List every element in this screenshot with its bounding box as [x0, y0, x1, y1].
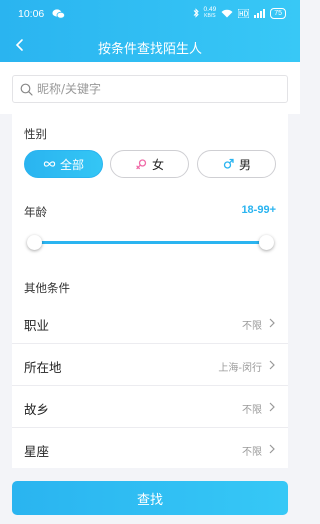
gender-label: 性别 — [24, 127, 47, 141]
infinity-icon — [43, 161, 56, 167]
row-location[interactable]: 所在地 上海-闵行 — [12, 344, 288, 386]
status-bar: 10:06 0.49 KB/S 75 — [0, 0, 300, 28]
chevron-right-icon — [269, 360, 275, 370]
gender-all-button[interactable]: 全部 — [24, 150, 103, 178]
slider-track — [34, 241, 266, 244]
speed-unit: KB/S — [204, 13, 216, 19]
wifi-icon — [221, 9, 233, 17]
page-title: 按条件查找陌生人 — [97, 42, 202, 57]
row-value: 上海-闵行 — [218, 363, 262, 374]
wechat-icon — [52, 9, 65, 19]
chevron-right-icon — [269, 402, 275, 412]
gender-male-label: 男 — [238, 157, 251, 172]
age-value: 18-99+ — [241, 204, 276, 216]
age-label: 年龄 — [24, 205, 47, 219]
chevron-right-icon — [269, 318, 275, 328]
hd-signal-icon — [238, 8, 250, 18]
row-label: 星座 — [24, 444, 50, 459]
row-hometown[interactable]: 故乡 不限 — [12, 386, 288, 428]
bluetooth-icon — [193, 8, 199, 18]
gender-female-button[interactable]: 女 — [110, 150, 189, 178]
battery-icon: 75 — [270, 7, 286, 19]
row-value: 不限 — [242, 405, 262, 416]
status-time: 10:06 — [18, 8, 45, 20]
row-zodiac[interactable]: 星座 不限 — [12, 428, 288, 470]
row-occupation[interactable]: 职业 不限 — [12, 302, 288, 344]
filter-card: 性别 全部 女 男 年龄 18-99+ 其他条件 职业 不限 所在地 上海-闵行… — [12, 114, 288, 468]
status-icons: 0.49 KB/S 75 — [193, 6, 286, 19]
search-icon — [20, 83, 33, 96]
row-label: 职业 — [24, 318, 50, 333]
slider-min-handle[interactable] — [26, 235, 42, 250]
gender-all-label: 全部 — [59, 157, 84, 172]
slider-max-handle[interactable] — [258, 235, 274, 250]
gender-female-label: 女 — [151, 157, 164, 172]
row-value: 不限 — [242, 321, 262, 332]
search-box — [12, 75, 288, 103]
other-conditions-label: 其他条件 — [24, 281, 70, 295]
chevron-right-icon — [269, 444, 275, 454]
row-value: 不限 — [242, 447, 262, 458]
header: 10:06 0.49 KB/S 75 按条件查找陌生人 — [0, 0, 300, 62]
search-bar — [0, 62, 300, 114]
search-input[interactable] — [37, 79, 277, 99]
female-icon — [136, 159, 147, 170]
signal-icon — [254, 8, 266, 18]
gender-male-button[interactable]: 男 — [197, 150, 276, 178]
row-label: 所在地 — [24, 360, 62, 375]
male-icon — [223, 158, 234, 169]
navbar: 按条件查找陌生人 — [0, 28, 300, 62]
network-speed: 0.49 KB/S — [204, 6, 217, 19]
age-range-slider[interactable] — [26, 234, 274, 252]
search-submit-button[interactable]: 查找 — [12, 481, 288, 515]
row-label: 故乡 — [24, 402, 50, 417]
